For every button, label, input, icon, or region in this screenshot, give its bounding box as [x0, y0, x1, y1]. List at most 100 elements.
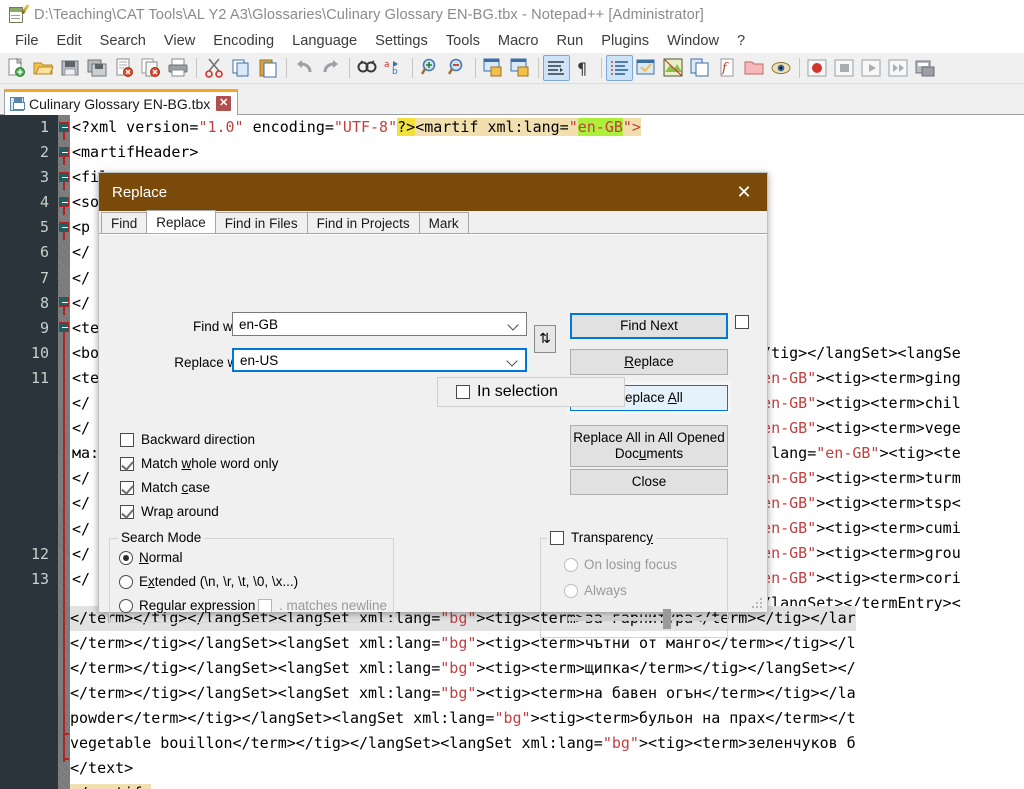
menu-window[interactable]: Window	[658, 31, 728, 52]
in-selection-checkbox[interactable]	[456, 385, 470, 399]
search-mode-regex-radio[interactable]	[119, 599, 133, 613]
backward-direction-checkbox[interactable]	[120, 433, 134, 447]
menu-encoding[interactable]: Encoding	[204, 31, 283, 52]
transparency-on-losing-focus[interactable]: On losing focus	[564, 557, 677, 572]
word-wrap-icon[interactable]	[543, 55, 570, 81]
show-all-characters-icon[interactable]: ¶	[570, 55, 597, 81]
search-mode-regex[interactable]: Regular expression	[119, 598, 255, 613]
wrap-around-checkbox[interactable]	[120, 505, 134, 519]
replace-button[interactable]: Replace	[570, 349, 728, 375]
menu-plugins[interactable]: Plugins	[592, 31, 658, 52]
run-macro-multiple-icon[interactable]	[885, 55, 912, 81]
menu-edit[interactable]: Edit	[48, 31, 91, 52]
code-line-fragment[interactable]: ="en-GB"><tig><term>chil	[744, 391, 961, 416]
find-icon[interactable]	[354, 55, 381, 81]
tab-find-in-projects[interactable]: Find in Projects	[307, 212, 420, 233]
keep-open-checkbox-box[interactable]	[735, 315, 749, 329]
menu-language[interactable]: Language	[283, 31, 366, 52]
replace-with-input[interactable]: en-US	[232, 348, 527, 372]
open-file-icon[interactable]	[30, 55, 57, 81]
menu-tools[interactable]: Tools	[437, 31, 489, 52]
close-file-icon[interactable]	[111, 55, 138, 81]
code-line-fragment[interactable]: ="en-GB"><tig><term>tsp<	[744, 491, 961, 516]
transparency-always-radio[interactable]	[564, 584, 578, 598]
user-defined-dialog-icon[interactable]	[633, 55, 660, 81]
document-tab[interactable]: Culinary Glossary EN-BG.tbx ✕	[4, 89, 238, 115]
code-line-fragment[interactable]: ="en-GB"><tig><term>vege	[744, 416, 961, 441]
code-line-fragment[interactable]: ="en-GB"><tig><term>cumi	[744, 516, 961, 541]
tab-find-in-files[interactable]: Find in Files	[215, 212, 308, 233]
document-list-icon[interactable]	[687, 55, 714, 81]
replace-all-in-all-opened-documents-button[interactable]: Replace All in All OpenedDocuments	[570, 425, 728, 467]
tab-mark[interactable]: Mark	[419, 212, 469, 233]
show-document-map-icon[interactable]	[660, 55, 687, 81]
transparency-always[interactable]: Always	[564, 583, 627, 598]
menu-search[interactable]: Search	[91, 31, 155, 52]
code-line-fragment[interactable]: ></tig></langSet><langSe	[744, 341, 961, 366]
tab-find[interactable]: Find	[101, 212, 147, 233]
search-mode-normal-radio[interactable]	[119, 551, 133, 565]
match-whole-word-option[interactable]: Match whole word only	[120, 456, 278, 471]
undo-icon[interactable]	[291, 55, 318, 81]
chevron-down-icon[interactable]	[508, 356, 517, 365]
replace-icon[interactable]: ab	[381, 55, 408, 81]
cut-icon[interactable]	[201, 55, 228, 81]
monitoring-icon[interactable]	[768, 55, 795, 81]
menu-settings[interactable]: Settings	[366, 31, 437, 52]
new-file-icon[interactable]	[3, 55, 30, 81]
code-line-fragment[interactable]: ml:lang="en-GB"><tig><te	[744, 441, 961, 466]
function-list-icon[interactable]: f	[714, 55, 741, 81]
search-mode-normal[interactable]: Normal	[119, 550, 183, 565]
match-case-checkbox[interactable]	[120, 481, 134, 495]
chevron-down-icon[interactable]	[509, 320, 518, 329]
dialog-title-bar[interactable]: Replace ✕	[99, 173, 767, 211]
fold-margin[interactable]	[58, 115, 70, 789]
redo-icon[interactable]	[318, 55, 345, 81]
replace-dialog[interactable]: Replace ✕ Find Replace Find in Files Fin…	[98, 172, 768, 612]
code-line[interactable]: <martifHeader>	[72, 140, 1024, 165]
match-whole-word-checkbox[interactable]	[120, 457, 134, 471]
find-next-button[interactable]: Find Next	[570, 313, 728, 339]
resize-grip[interactable]	[752, 598, 764, 610]
print-icon[interactable]	[165, 55, 192, 81]
indent-guide-icon[interactable]	[606, 55, 633, 81]
menu-view[interactable]: View	[155, 31, 204, 52]
play-macro-icon[interactable]	[858, 55, 885, 81]
save-all-icon[interactable]	[84, 55, 111, 81]
close-all-icon[interactable]	[138, 55, 165, 81]
transparency-slider[interactable]	[568, 617, 720, 621]
menu-help[interactable]: ?	[728, 31, 754, 52]
code-line[interactable]: </term></tig></langSet><langSet xml:lang…	[70, 631, 856, 656]
code-line[interactable]: vegetable bouillon</term></tig></langSet…	[70, 731, 856, 756]
close-icon[interactable]: ✕	[721, 173, 767, 211]
transparency-checkbox[interactable]	[550, 531, 564, 545]
save-macro-icon[interactable]	[912, 55, 939, 81]
dot-matches-newline-option[interactable]: . matches newline	[258, 598, 387, 613]
transparency-slider-thumb[interactable]	[663, 609, 671, 629]
zoom-out-icon[interactable]	[444, 55, 471, 81]
menu-file[interactable]: File	[6, 31, 48, 52]
copy-icon[interactable]	[228, 55, 255, 81]
save-icon[interactable]	[57, 55, 84, 81]
code-line[interactable]: <?xml version="1.0" encoding="UTF-8"?><m…	[72, 115, 1024, 140]
code-line[interactable]: powder</term></tig></langSet><langSet xm…	[70, 706, 856, 731]
code-line-fragment[interactable]: ="en-GB"><tig><term>ging	[744, 366, 961, 391]
tab-replace[interactable]: Replace	[146, 210, 216, 233]
code-line-fragment[interactable]: ="en-GB"><tig><term>grou	[744, 541, 961, 566]
paste-icon[interactable]	[255, 55, 282, 81]
match-case-option[interactable]: Match case	[120, 480, 210, 495]
zoom-in-icon[interactable]	[417, 55, 444, 81]
close-button[interactable]: Close	[570, 469, 728, 495]
folder-as-workspace-icon[interactable]	[741, 55, 768, 81]
menu-macro[interactable]: Macro	[489, 31, 548, 52]
record-macro-icon[interactable]	[804, 55, 831, 81]
close-tab-icon[interactable]: ✕	[216, 96, 231, 111]
in-selection-panel[interactable]: In selection	[437, 377, 625, 407]
transparency-on-losing-focus-radio[interactable]	[564, 558, 578, 572]
backward-direction-option[interactable]: Backward direction	[120, 432, 255, 447]
code-line[interactable]: </text>	[70, 756, 133, 781]
sync-horizontal-scroll-icon[interactable]	[507, 55, 534, 81]
search-mode-extended-radio[interactable]	[119, 575, 133, 589]
menu-run[interactable]: Run	[547, 31, 592, 52]
find-what-input[interactable]: en-GB	[232, 312, 527, 336]
